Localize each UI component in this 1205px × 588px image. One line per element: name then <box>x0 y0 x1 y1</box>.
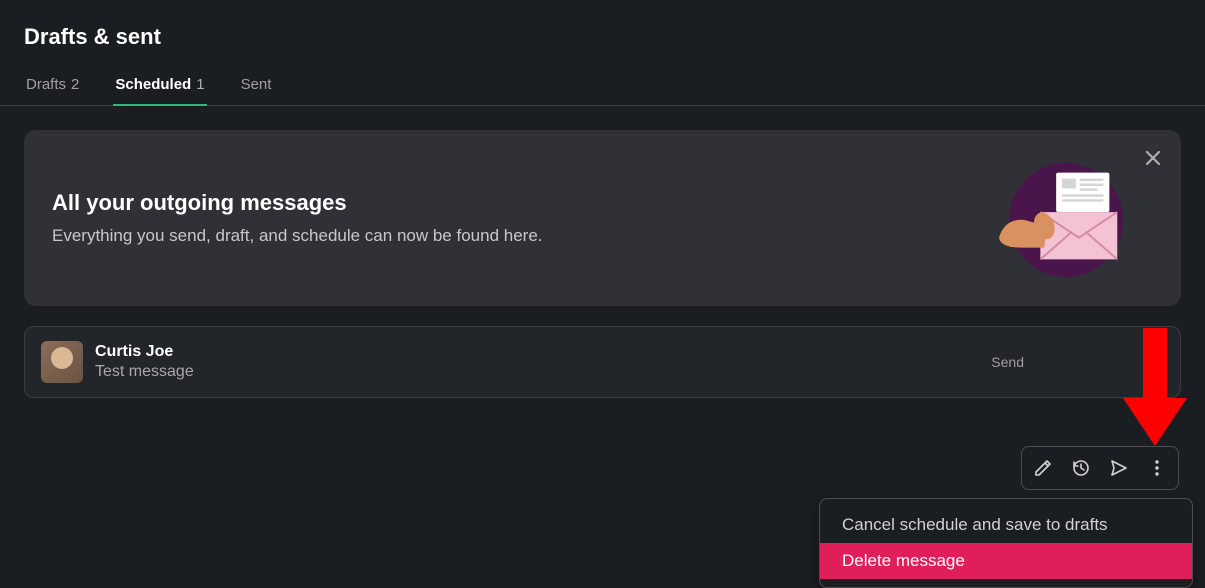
main-content: All your outgoing messages Everything yo… <box>0 106 1205 422</box>
message-send-info: Send <box>991 354 1024 370</box>
banner-title: All your outgoing messages <box>52 190 543 216</box>
reschedule-button[interactable] <box>1062 449 1100 487</box>
avatar <box>41 341 83 383</box>
message-author: Curtis Joe <box>95 343 979 361</box>
info-banner: All your outgoing messages Everything yo… <box>24 130 1181 306</box>
page-title: Drafts & sent <box>24 24 1181 50</box>
tab-count: 1 <box>196 76 204 93</box>
tab-label: Scheduled <box>115 76 191 93</box>
tab-scheduled[interactable]: Scheduled 1 <box>113 66 206 105</box>
tab-label: Sent <box>241 76 272 93</box>
message-body: Curtis Joe Test message <box>95 343 979 381</box>
annotation-arrow <box>1123 328 1187 453</box>
send-now-button[interactable] <box>1100 449 1138 487</box>
send-icon <box>1109 458 1129 478</box>
close-icon <box>1145 150 1161 166</box>
scheduled-message-item[interactable]: Curtis Joe Test message Send <box>24 326 1181 398</box>
message-list: Curtis Joe Test message Send <box>24 326 1181 398</box>
menu-cancel-schedule[interactable]: Cancel schedule and save to drafts <box>820 507 1192 543</box>
menu-delete-message[interactable]: Delete message <box>820 543 1192 579</box>
reschedule-icon <box>1071 458 1091 478</box>
context-menu: Cancel schedule and save to drafts Delet… <box>819 498 1193 588</box>
banner-illustration <box>997 149 1135 287</box>
banner-close-button[interactable] <box>1139 144 1167 172</box>
arrow-down-icon <box>1123 328 1187 448</box>
tab-count: 2 <box>71 76 79 93</box>
tab-label: Drafts <box>26 76 66 93</box>
tab-sent[interactable]: Sent <box>239 66 274 105</box>
tabs-bar: Drafts 2 Scheduled 1 Sent <box>0 66 1205 106</box>
edit-button[interactable] <box>1024 449 1062 487</box>
more-icon <box>1147 458 1167 478</box>
edit-icon <box>1033 458 1053 478</box>
message-preview: Test message <box>95 363 979 381</box>
banner-text: All your outgoing messages Everything yo… <box>52 190 543 246</box>
banner-subtitle: Everything you send, draft, and schedule… <box>52 226 543 246</box>
more-options-button[interactable] <box>1138 449 1176 487</box>
tab-drafts[interactable]: Drafts 2 <box>24 66 81 105</box>
page-header: Drafts & sent <box>0 0 1205 66</box>
